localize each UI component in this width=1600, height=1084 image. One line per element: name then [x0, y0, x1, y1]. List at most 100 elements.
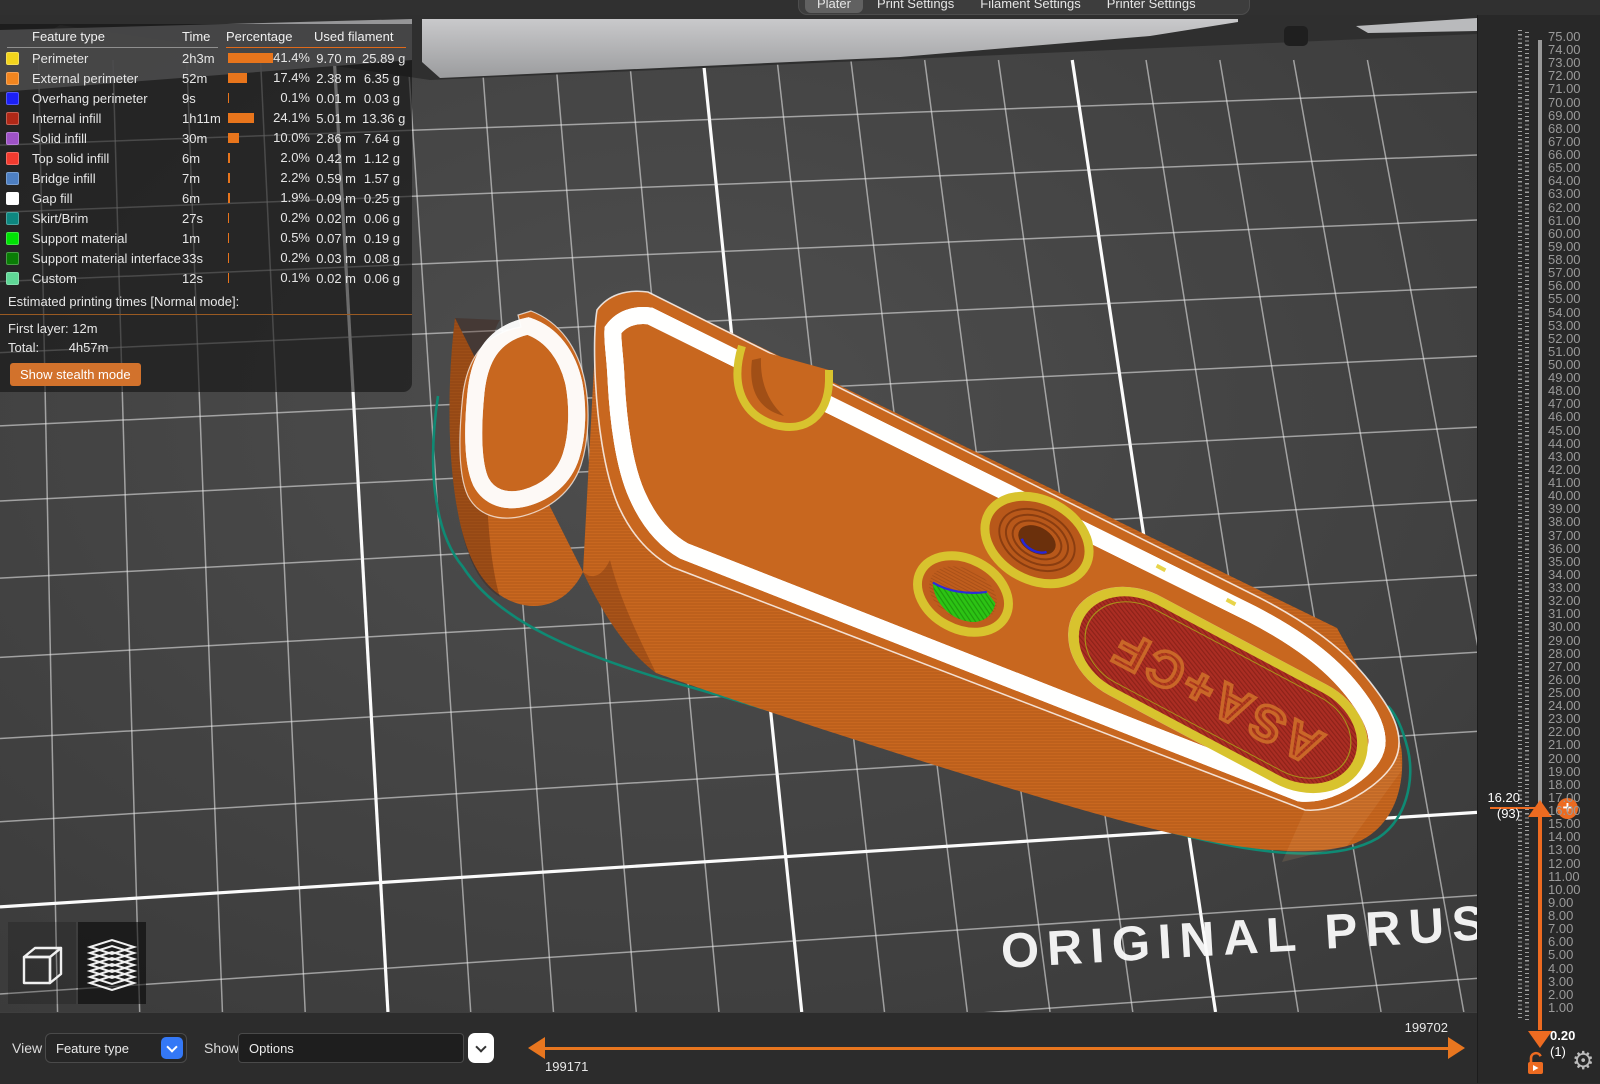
move-slider-right-arrow[interactable] — [1448, 1037, 1465, 1059]
percentage-bar — [228, 253, 230, 263]
feature-filament-length: 0.02 m — [316, 210, 356, 226]
feature-color-swatch — [6, 271, 19, 285]
bed-clip-notch — [1284, 26, 1308, 46]
options-dropdown-button[interactable] — [468, 1033, 494, 1063]
feature-filament-weight: 0.03 g — [363, 90, 400, 106]
legend-row: Solid infill 30m 10.0% 2.86 m 7.64 g — [0, 128, 412, 148]
legend-row: Skirt/Brim 27s 0.2% 0.02 m 0.06 g — [0, 208, 412, 228]
total-time-row: Total: 4h57m — [0, 338, 412, 357]
percentage-bar — [228, 193, 231, 203]
move-slider-track[interactable] — [545, 1047, 1448, 1050]
view-type-select[interactable]: Feature type — [45, 1033, 187, 1063]
feature-percentage: 41.4% — [273, 50, 310, 65]
feature-color-swatch — [6, 131, 19, 145]
feature-time: 9s — [182, 90, 196, 106]
feature-time: 6m — [182, 150, 201, 166]
feature-color-swatch — [6, 231, 19, 245]
feature-filament-weight: 0.19 g — [363, 230, 400, 246]
feature-percentage: 17.4% — [273, 70, 310, 85]
feature-percentage-cell: 2.0% — [226, 148, 314, 168]
current-layer-number: (93) — [1496, 806, 1520, 821]
feature-filament-length: 2.86 m — [316, 130, 356, 146]
feature-time: 52m — [182, 70, 208, 86]
move-range-end: 199702 — [1404, 1020, 1448, 1035]
feature-time: 27s — [182, 210, 203, 226]
feature-filament-length: 5.01 m — [316, 110, 356, 126]
percentage-bar — [228, 133, 239, 143]
top-tab-strip: Plater Print Settings Filament Settings … — [0, 0, 1600, 15]
layer-slider-track-upper[interactable] — [1538, 40, 1542, 808]
feature-label: Support material interface — [32, 250, 181, 266]
feature-filament-weight: 0.06 g — [363, 270, 400, 286]
feature-filament-weight: 6.35 g — [363, 70, 400, 86]
legend-header-percentage: Percentage — [226, 28, 293, 44]
feature-percentage: 2.0% — [280, 150, 310, 165]
legend-row: Overhang perimeter 9s 0.1% 0.01 m 0.03 g — [0, 88, 412, 108]
feature-label: Top solid infill — [32, 150, 110, 166]
percentage-bar — [228, 113, 255, 123]
show-options-select[interactable]: Options — [238, 1033, 464, 1063]
legend-header-time: Time — [182, 28, 211, 44]
feature-filament-weight: 0.08 g — [363, 250, 400, 266]
show-label: Show — [204, 1040, 240, 1056]
tab-filament-settings[interactable]: Filament Settings — [968, 0, 1092, 13]
legend-header-rule-left — [7, 47, 218, 48]
feature-color-swatch — [6, 111, 19, 125]
feature-filament-length: 0.02 m — [316, 270, 356, 286]
feature-filament-length: 9.70 m — [316, 50, 356, 66]
legend-divider — [0, 314, 412, 315]
feature-time: 7m — [182, 170, 201, 186]
legend-row: Bridge infill 7m 2.2% 0.59 m 1.57 g — [0, 168, 412, 188]
feature-label: Solid infill — [32, 130, 87, 146]
legend-row: External perimeter 52m 17.4% 2.38 m 6.35 g — [0, 68, 412, 88]
view-mode-buttons — [8, 922, 146, 1004]
feature-percentage-cell: 2.2% — [226, 168, 314, 188]
preview-view-button[interactable] — [78, 922, 146, 1004]
legend-header-used-filament: Used filament — [314, 28, 394, 44]
feature-filament-length: 0.09 m — [316, 190, 356, 206]
tab-printer-settings[interactable]: Printer Settings — [1095, 0, 1208, 13]
editor-view-button[interactable] — [8, 922, 76, 1004]
feature-filament-weight: 0.06 g — [363, 210, 400, 226]
unlock-icon[interactable] — [1524, 1050, 1548, 1081]
gcode-legend-panel: Feature type Time Percentage Used filame… — [0, 24, 412, 392]
chevron-down-icon — [475, 1040, 487, 1053]
percentage-bar — [228, 53, 274, 63]
feature-filament-length: 0.59 m — [316, 170, 356, 186]
feature-filament-length: 0.03 m — [316, 250, 356, 266]
total-time-label: Total: — [8, 340, 40, 355]
tab-print-settings[interactable]: Print Settings — [865, 0, 966, 13]
layer-slider-lower-handle[interactable] — [1528, 1031, 1552, 1048]
legend-row: Internal infill 1h11m 24.1% 5.01 m 13.36 g — [0, 108, 412, 128]
feature-filament-length: 2.38 m — [316, 70, 356, 86]
layer-slider-panel: 16.20 (93) + 75.00 74.00 73.00 72.00 71.00 70… — [1477, 14, 1600, 1083]
legend-row: Support material 1m 0.5% 0.07 m 0.19 g — [0, 228, 412, 248]
layer-slider-track-selected[interactable] — [1538, 808, 1542, 1030]
legend-row: Perimeter 2h3m 41.4% 9.70 m 25.89 g — [0, 48, 412, 68]
current-layer-height: 16.20 — [1487, 790, 1520, 805]
view-label: View — [12, 1040, 43, 1056]
feature-percentage: 24.1% — [273, 110, 310, 125]
layers-icon — [86, 938, 138, 991]
feature-label: Custom — [32, 270, 77, 286]
move-slider-left-arrow[interactable] — [528, 1037, 545, 1059]
feature-time: 2h3m — [182, 50, 215, 66]
tab-plater[interactable]: Plater — [805, 0, 863, 13]
gear-icon[interactable]: ⚙ — [1572, 1048, 1594, 1074]
legend-header-feature-type: Feature type — [32, 28, 105, 44]
legend-row: Custom 12s 0.1% 0.02 m 0.06 g — [0, 268, 412, 288]
show-stealth-mode-button[interactable]: Show stealth mode — [10, 363, 141, 386]
layer-tick-ruler[interactable] — [1518, 30, 1529, 1020]
feature-time: 33s — [182, 250, 203, 266]
feature-filament-weight: 7.64 g — [363, 130, 400, 146]
feature-filament-weight: 1.57 g — [363, 170, 400, 186]
feature-label: Skirt/Brim — [32, 210, 89, 226]
feature-time: 1m — [182, 230, 201, 246]
legend-header: Feature type Time Percentage Used filame… — [0, 24, 412, 48]
feature-filament-weight: 0.25 g — [363, 190, 400, 206]
feature-percentage-cell: 10.0% — [226, 128, 314, 148]
legend-row: Gap fill 6m 1.9% 0.09 m 0.25 g — [0, 188, 412, 208]
bottom-layer-height: 0.20 — [1550, 1028, 1576, 1043]
feature-percentage: 10.0% — [273, 130, 310, 145]
feature-percentage: 0.1% — [280, 270, 310, 285]
